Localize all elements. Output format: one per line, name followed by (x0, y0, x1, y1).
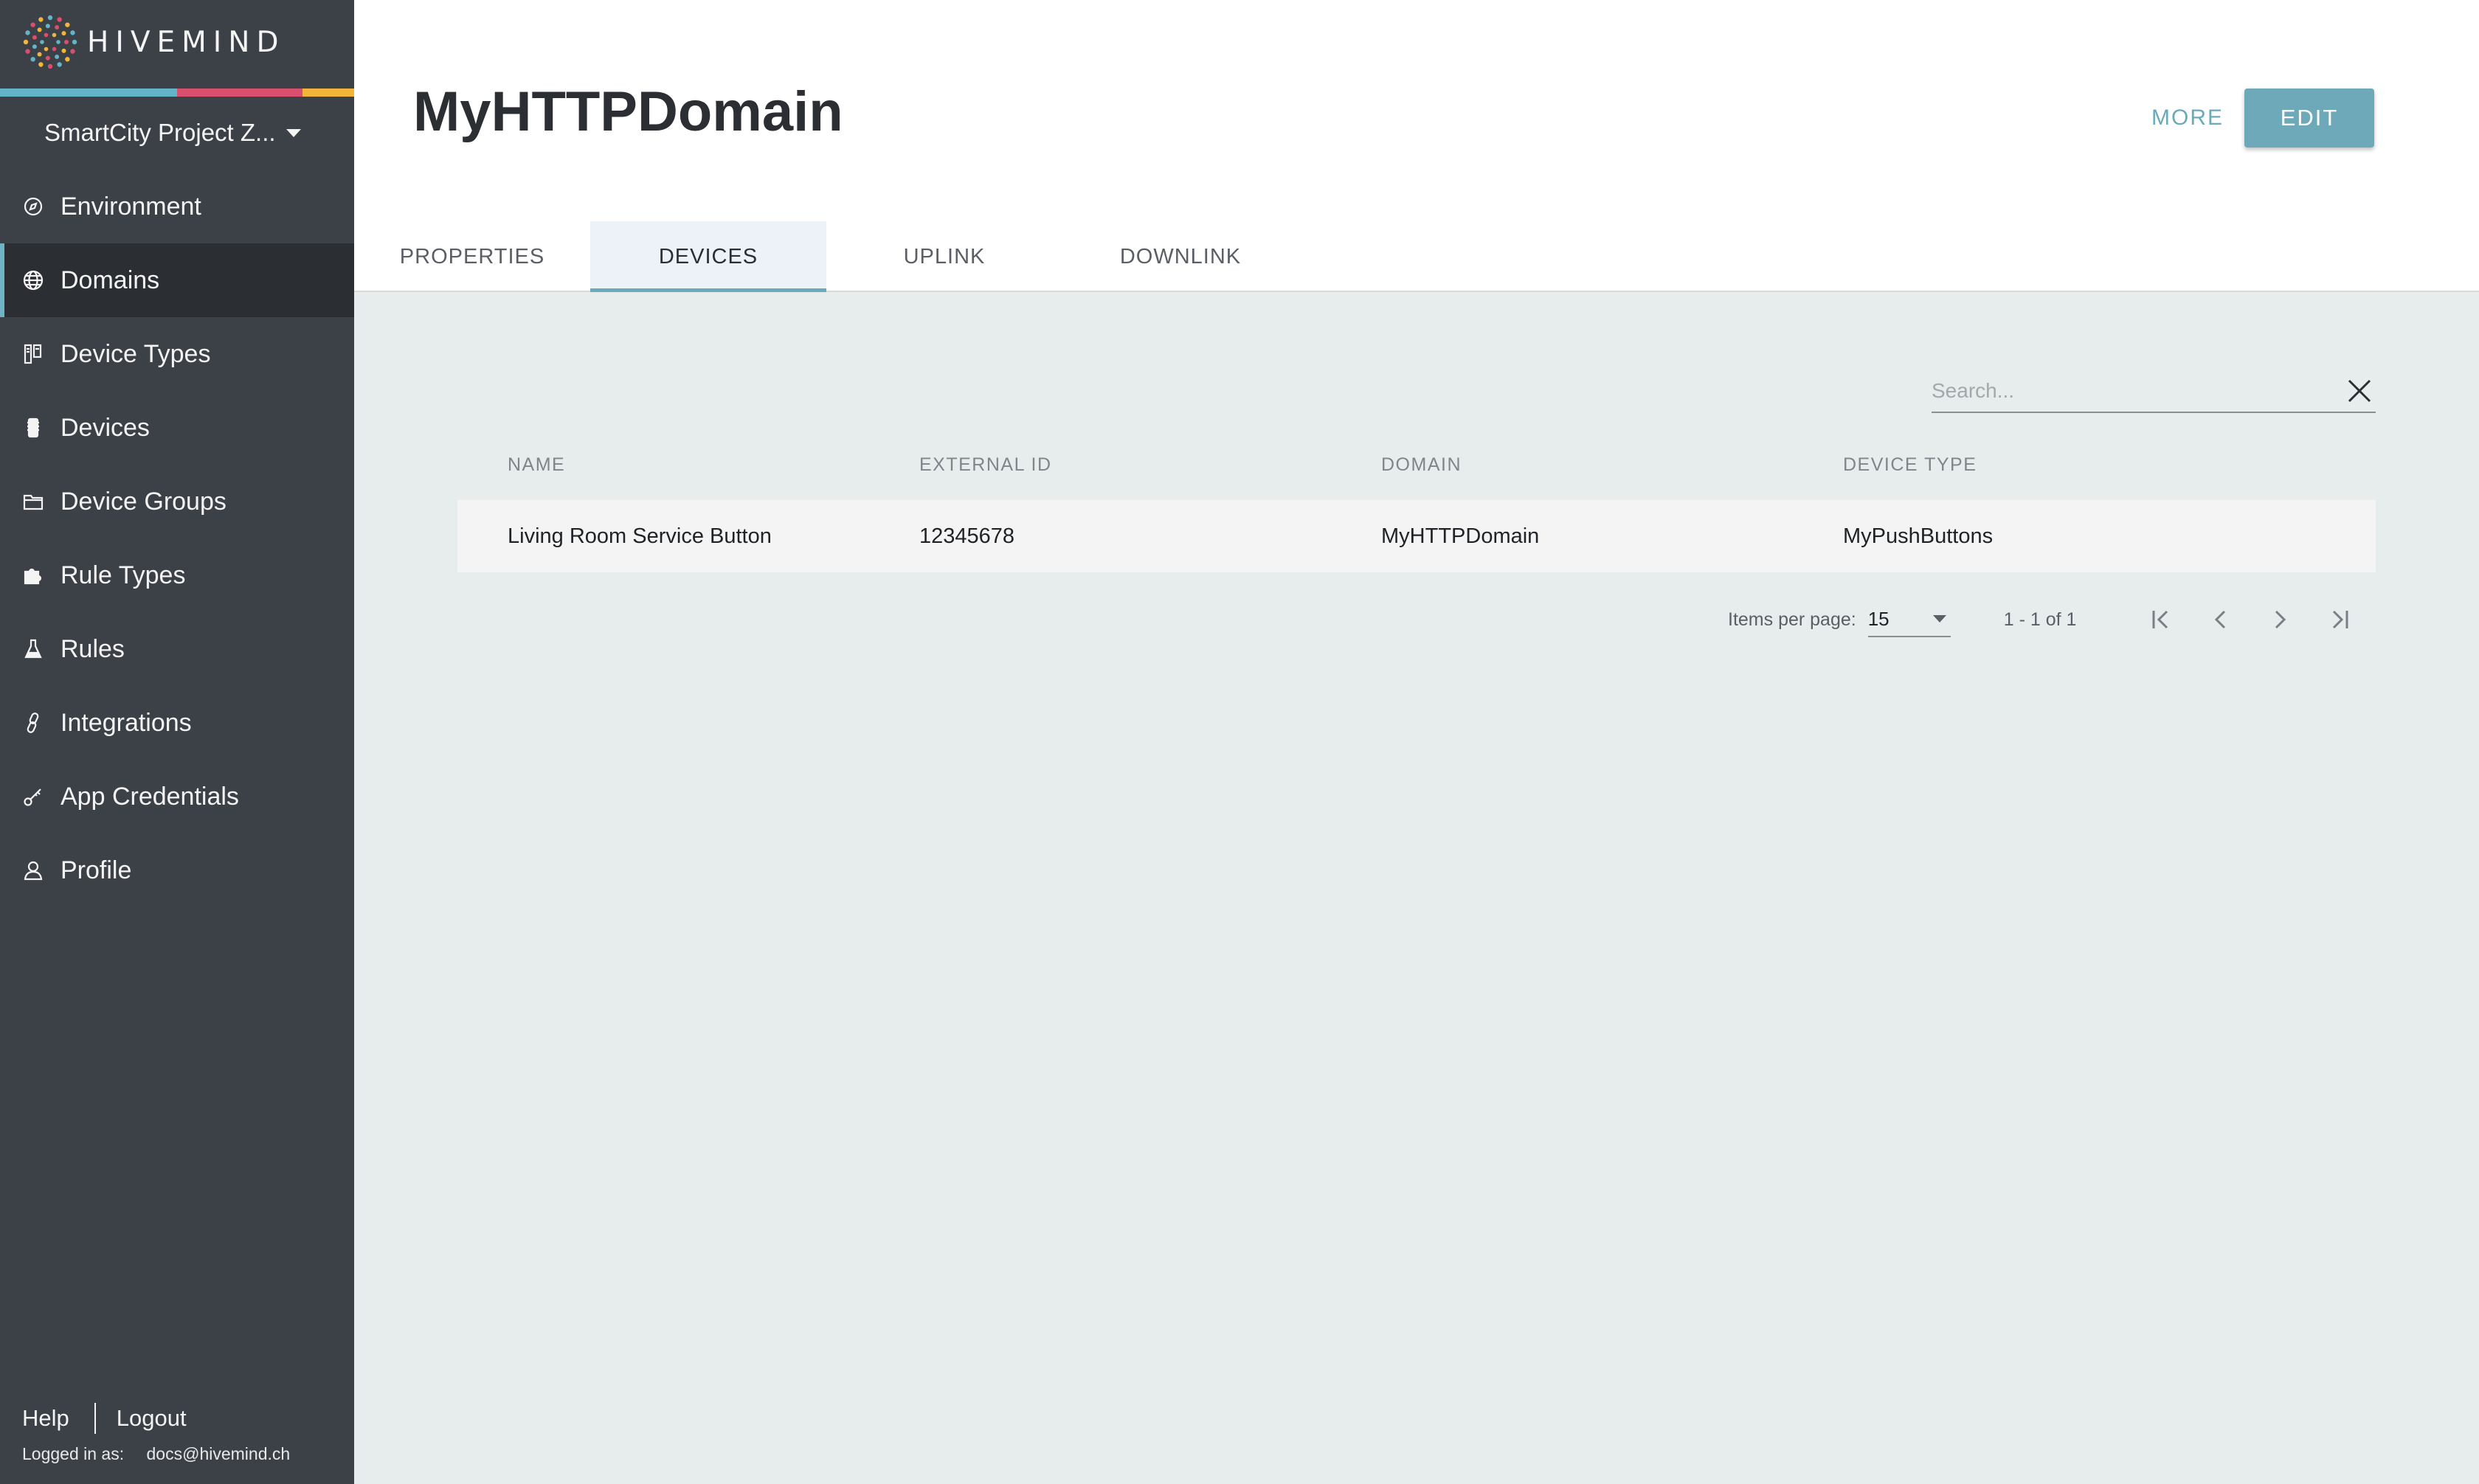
footer-links: Help Logout (22, 1401, 187, 1435)
column-header-external-id[interactable]: EXTERNAL ID (919, 454, 1381, 476)
sidebar: HIVEMIND SmartCity Project Z... Environm… (0, 0, 354, 1484)
items-per-page-label: Items per page: (1728, 608, 1856, 630)
sidebar-item-label: Environment (60, 192, 201, 221)
tab-downlink[interactable]: DOWNLINK (1062, 221, 1299, 292)
sidebar-item-profile[interactable]: Profile (0, 833, 354, 907)
page-header: MyHTTPDomain MORE EDIT PROPERTIES DEVICE… (354, 0, 2479, 292)
devices-table: NAME EXTERNAL ID DOMAIN DEVICE TYPE Livi… (457, 443, 2376, 572)
first-page-icon[interactable] (2132, 599, 2191, 640)
items-per-page-select[interactable]: 15 (1867, 602, 1951, 637)
sidebar-nav: Environment Domains Device Types Devices… (0, 170, 354, 907)
sidebar-item-label: Integrations (60, 708, 192, 737)
footer-divider (94, 1403, 96, 1434)
help-link[interactable]: Help (22, 1405, 69, 1432)
column-header-domain[interactable]: DOMAIN (1381, 454, 1843, 476)
next-page-icon[interactable] (2250, 599, 2309, 640)
logged-in-info: Logged in as: docs@hivemind.ch (22, 1444, 290, 1464)
close-icon[interactable] (2346, 378, 2376, 407)
sidebar-item-integrations[interactable]: Integrations (0, 686, 354, 760)
column-header-device-type[interactable]: DEVICE TYPE (1843, 454, 2376, 476)
user-icon (21, 858, 46, 883)
page-title: MyHTTPDomain (413, 80, 843, 143)
sidebar-item-domains[interactable]: Domains (0, 243, 354, 317)
table-row[interactable]: Living Room Service Button 12345678 MyHT… (457, 500, 2376, 572)
project-selector[interactable]: SmartCity Project Z... (44, 115, 301, 150)
sidebar-item-app-credentials[interactable]: App Credentials (0, 760, 354, 833)
table-header: NAME EXTERNAL ID DOMAIN DEVICE TYPE (457, 443, 2376, 487)
column-header-name[interactable]: NAME (457, 454, 919, 476)
sidebar-item-label: Device Groups (60, 487, 227, 516)
sidebar-item-rules[interactable]: Rules (0, 612, 354, 686)
sidebar-item-label: Rule Types (60, 561, 186, 589)
flask-icon (21, 637, 46, 662)
brand-stripe (0, 89, 354, 97)
sidebar-item-rule-types[interactable]: Rule Types (0, 538, 354, 612)
sidebar-item-label: Domains (60, 266, 160, 294)
sidebar-item-device-groups[interactable]: Device Groups (0, 465, 354, 538)
logout-link[interactable]: Logout (117, 1405, 187, 1432)
device-icon (21, 415, 46, 440)
search-box (1932, 372, 2376, 413)
previous-page-icon[interactable] (2191, 599, 2250, 640)
tab-uplink[interactable]: UPLINK (826, 221, 1062, 292)
logged-in-label: Logged in as: (22, 1444, 125, 1463)
cell-external-id: 12345678 (919, 524, 1015, 548)
tab-devices[interactable]: DEVICES (590, 221, 826, 292)
folder-icon (21, 489, 46, 514)
cell-domain: MyHTTPDomain (1381, 524, 1540, 548)
paginator: Items per page: 15 1 - 1 of 1 (1728, 599, 2368, 640)
environment-icon (21, 194, 46, 219)
chevron-down-icon (1932, 615, 1946, 623)
link-icon (21, 710, 46, 735)
items-per-page-value: 15 (1867, 607, 1889, 630)
sidebar-item-label: Rules (60, 634, 125, 663)
hivemind-logo-icon (23, 15, 77, 69)
sidebar-item-devices[interactable]: Devices (0, 391, 354, 465)
sidebar-item-device-types[interactable]: Device Types (0, 317, 354, 391)
project-selector-label: SmartCity Project Z... (44, 119, 276, 146)
puzzle-icon (21, 563, 46, 588)
sidebar-item-label: App Credentials (60, 782, 239, 811)
edit-button[interactable]: EDIT (2244, 89, 2374, 148)
tab-bar: PROPERTIES DEVICES UPLINK DOWNLINK (354, 221, 1299, 292)
sidebar-item-label: Devices (60, 413, 150, 442)
more-button[interactable]: MORE (2132, 89, 2243, 148)
hivemind-logo[interactable]: HIVEMIND (21, 13, 286, 71)
cell-device-type: MyPushButtons (1843, 524, 1994, 548)
key-icon (21, 784, 46, 809)
sidebar-item-label: Profile (60, 856, 132, 884)
logged-in-user: docs@hivemind.ch (146, 1444, 291, 1463)
app-name: HIVEMIND (87, 25, 286, 59)
tab-properties[interactable]: PROPERTIES (354, 221, 590, 292)
page-range-label: 1 - 1 of 1 (2003, 608, 2077, 630)
sidebar-item-environment[interactable]: Environment (0, 170, 354, 243)
cell-name: Living Room Service Button (508, 524, 772, 548)
chevron-down-icon (286, 128, 301, 137)
search-input[interactable] (1932, 372, 2330, 410)
device-types-icon (21, 341, 46, 367)
globe-icon (21, 268, 46, 293)
last-page-icon[interactable] (2309, 599, 2368, 640)
sidebar-item-label: Device Types (60, 339, 211, 368)
